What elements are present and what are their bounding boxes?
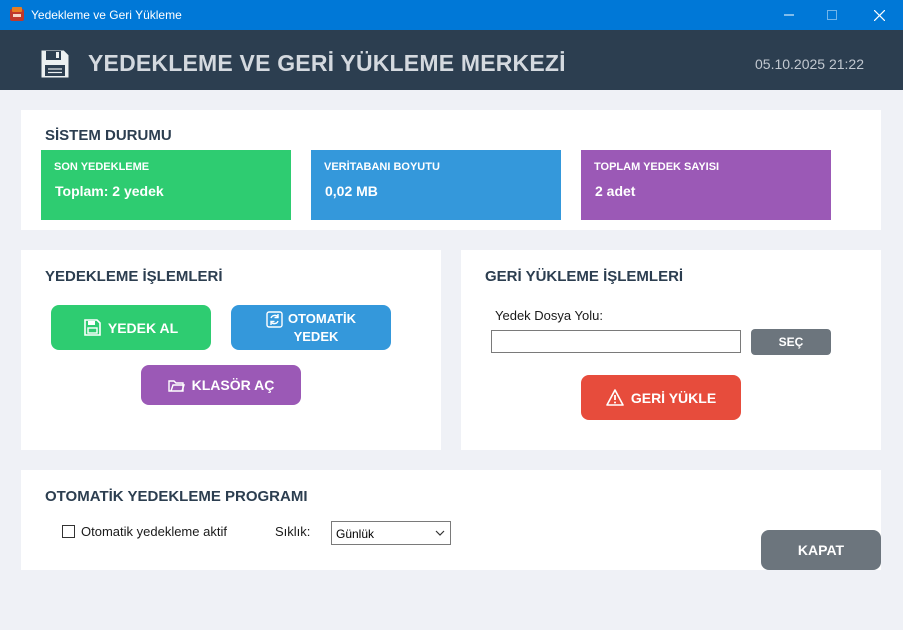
app-icon: [10, 7, 24, 21]
backup-operations-panel: YEDEKLEME İŞLEMLERİ YEDEK AL OTOMATİK YE…: [21, 250, 441, 450]
backup-path-input[interactable]: [491, 330, 741, 353]
database-size-label: VERİTABANI BOYUTU: [324, 161, 440, 173]
page-title: YEDEKLEME VE GERİ YÜKLEME MERKEZİ: [88, 50, 566, 76]
close-window-button[interactable]: [856, 0, 902, 30]
chevron-down-icon: [435, 530, 445, 536]
auto-backup-label-line1: OTOMATİK: [287, 310, 357, 326]
restore-button[interactable]: GERİ YÜKLE: [581, 375, 741, 420]
maximize-icon: [827, 10, 837, 20]
system-status-title: SİSTEM DURUMU: [45, 127, 172, 144]
floppy-disk-icon: [40, 49, 70, 79]
backup-count-label: TOPLAM YEDEK SAYISI: [594, 161, 720, 173]
folder-icon: [167, 379, 185, 392]
minimize-icon: [784, 14, 794, 16]
frequency-select-value: Günlük: [336, 527, 375, 541]
app-header: YEDEKLEME VE GERİ YÜKLEME MERKEZİ 05.10.…: [0, 30, 903, 90]
refresh-icon: [266, 310, 283, 328]
schedule-title: OTOMATİK YEDEKLEME PROGRAMI: [45, 488, 308, 505]
restore-button-label: GERİ YÜKLE: [630, 389, 717, 406]
database-size-card: VERİTABANI BOYUTU 0,02 MB: [311, 150, 561, 220]
system-status-panel: SİSTEM DURUMU SON YEDEKLEME Toplam: 2 ye…: [21, 110, 881, 230]
save-icon: [84, 319, 101, 336]
schedule-panel: OTOMATİK YEDEKLEME PROGRAMI Otomatik yed…: [21, 470, 881, 570]
browse-button-label: SEÇ: [778, 335, 804, 349]
backup-count-value: 2 adet: [595, 183, 636, 199]
last-backup-label: SON YEDEKLEME: [54, 161, 150, 173]
restore-operations-title: GERİ YÜKLEME İŞLEMLERİ: [485, 268, 684, 285]
backup-operations-title: YEDEKLEME İŞLEMLERİ: [45, 268, 223, 285]
minimize-button[interactable]: [766, 0, 812, 30]
backup-button-label: YEDEK AL: [107, 319, 179, 336]
auto-backup-checkbox-label: Otomatik yedekleme aktif: [81, 524, 227, 539]
close-button[interactable]: KAPAT: [761, 530, 881, 570]
backup-count-card: TOPLAM YEDEK SAYISI 2 adet: [581, 150, 831, 220]
browse-button[interactable]: SEÇ: [751, 329, 831, 355]
restore-operations-panel: GERİ YÜKLEME İŞLEMLERİ Yedek Dosya Yolu:…: [461, 250, 881, 450]
warning-icon: [606, 389, 624, 406]
backup-path-label: Yedek Dosya Yolu:: [495, 308, 603, 323]
close-button-label: KAPAT: [797, 542, 845, 558]
datetime-label: 05.10.2025 21:22: [755, 56, 864, 72]
database-size-value: 0,02 MB: [325, 183, 378, 199]
frequency-label: Sıklık:: [275, 524, 311, 539]
last-backup-card: SON YEDEKLEME Toplam: 2 yedek: [41, 150, 291, 220]
frequency-select[interactable]: Günlük: [331, 521, 451, 545]
close-icon: [873, 9, 885, 21]
auto-backup-checkbox[interactable]: [62, 525, 75, 538]
open-folder-button[interactable]: KLASÖR AÇ: [141, 365, 301, 405]
auto-backup-label-line2: YEDEK: [293, 328, 339, 344]
window-title: Yedekleme ve Geri Yükleme: [31, 8, 182, 22]
last-backup-value: Toplam: 2 yedek: [55, 183, 164, 199]
maximize-button[interactable]: [809, 0, 855, 30]
window-titlebar: Yedekleme ve Geri Yükleme: [0, 0, 903, 30]
open-folder-button-label: KLASÖR AÇ: [191, 377, 275, 393]
backup-button[interactable]: YEDEK AL: [51, 305, 211, 350]
auto-backup-button[interactable]: OTOMATİK YEDEK: [231, 305, 391, 350]
